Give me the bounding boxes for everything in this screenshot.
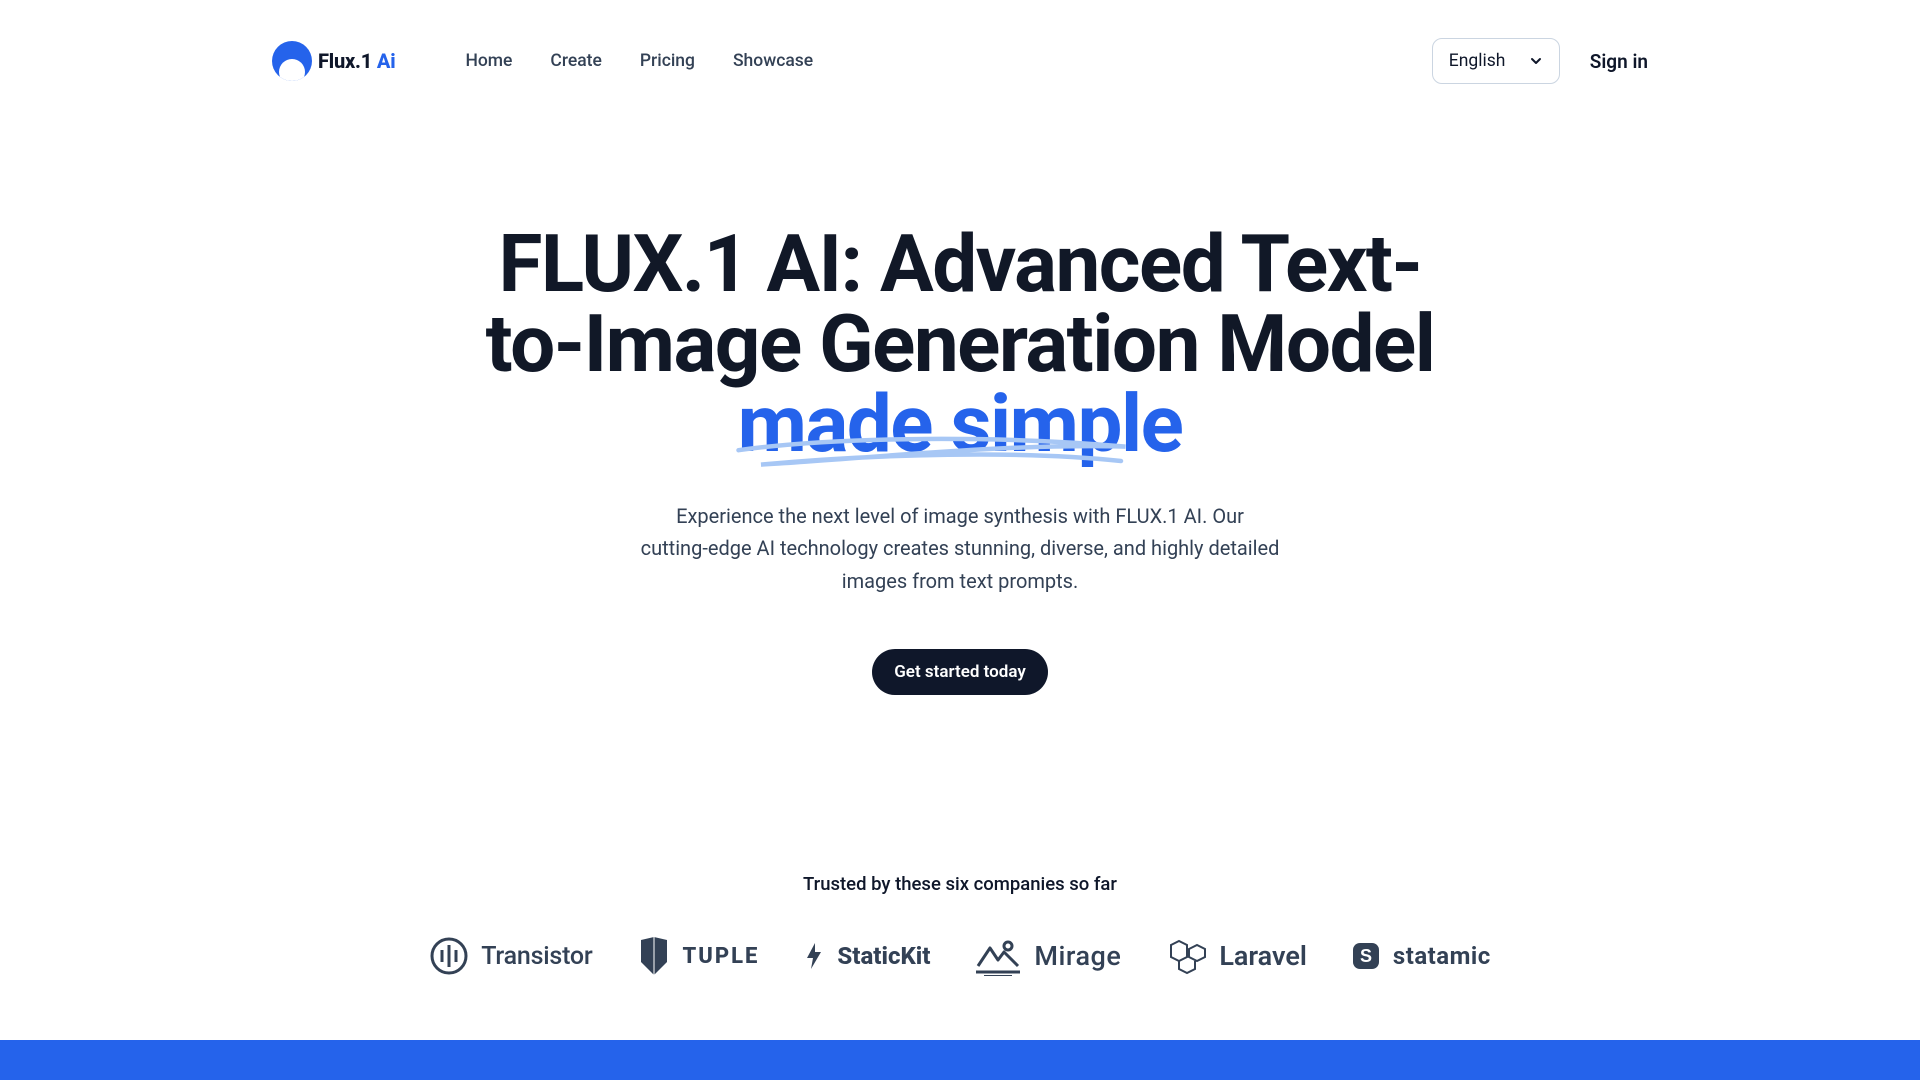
nav-home[interactable]: Home: [465, 51, 512, 71]
chevron-down-icon: [1529, 54, 1543, 68]
hero-title-emphasis: made simple: [738, 384, 1183, 464]
signin-link[interactable]: Sign in: [1590, 50, 1648, 73]
nav-showcase[interactable]: Showcase: [733, 51, 813, 71]
site-header: Flux.1 Ai Home Create Pricing Showcase E…: [272, 0, 1648, 84]
transistor-icon: [429, 936, 469, 976]
logo-tuple-label: TUPLE: [683, 944, 760, 969]
statickit-icon: [803, 941, 825, 971]
logo-statickit: StaticKit: [803, 941, 930, 971]
hero: FLUX.1 AI: Advanced Text-to-Image Genera…: [272, 224, 1648, 695]
hero-title-emphasis-text: made simple: [738, 377, 1183, 471]
laravel-icon: [1165, 935, 1207, 977]
brand-name: Flux.1 Ai: [318, 49, 395, 73]
mirage-icon: [974, 936, 1022, 976]
logo-laravel: Laravel: [1165, 935, 1307, 977]
hero-title-main: FLUX.1 AI: Advanced Text-to-Image Genera…: [486, 217, 1435, 391]
language-selected: English: [1449, 51, 1506, 71]
logo-mirage: Mirage: [974, 936, 1121, 976]
hero-subtitle: Experience the next level of image synth…: [640, 500, 1280, 597]
logo-transistor: Transistor: [429, 936, 592, 976]
brand-name-accent: Ai: [377, 49, 396, 73]
statamic-icon: S: [1351, 941, 1381, 971]
logo-statickit-label: StaticKit: [837, 942, 930, 970]
logo-transistor-label: Transistor: [481, 942, 592, 971]
hero-title: FLUX.1 AI: Advanced Text-to-Image Genera…: [460, 224, 1460, 464]
header-right: English Sign in: [1432, 38, 1648, 84]
footer-band: [0, 1040, 1920, 1080]
primary-nav: Home Create Pricing Showcase: [465, 51, 813, 71]
logo-mirage-label: Mirage: [1034, 940, 1121, 972]
language-select[interactable]: English: [1432, 38, 1560, 84]
brand-icon: [272, 41, 312, 81]
logo-laravel-label: Laravel: [1219, 940, 1307, 972]
get-started-button[interactable]: Get started today: [872, 649, 1048, 695]
nav-pricing[interactable]: Pricing: [640, 51, 695, 71]
logo-statamic-label: statamic: [1393, 942, 1491, 970]
logo-tuple: TUPLE: [637, 936, 760, 976]
brand-logo[interactable]: Flux.1 Ai: [272, 41, 395, 81]
tuple-icon: [637, 936, 671, 976]
brand-name-main: Flux.1: [318, 49, 377, 73]
nav-create[interactable]: Create: [550, 51, 601, 71]
trusted-section: Trusted by these six companies so far Tr…: [272, 873, 1648, 977]
logo-statamic: S statamic: [1351, 941, 1491, 971]
svg-text:S: S: [1360, 946, 1372, 966]
trusted-heading: Trusted by these six companies so far: [272, 873, 1648, 895]
company-logos: Transistor TUPLE StaticKit: [272, 935, 1648, 977]
